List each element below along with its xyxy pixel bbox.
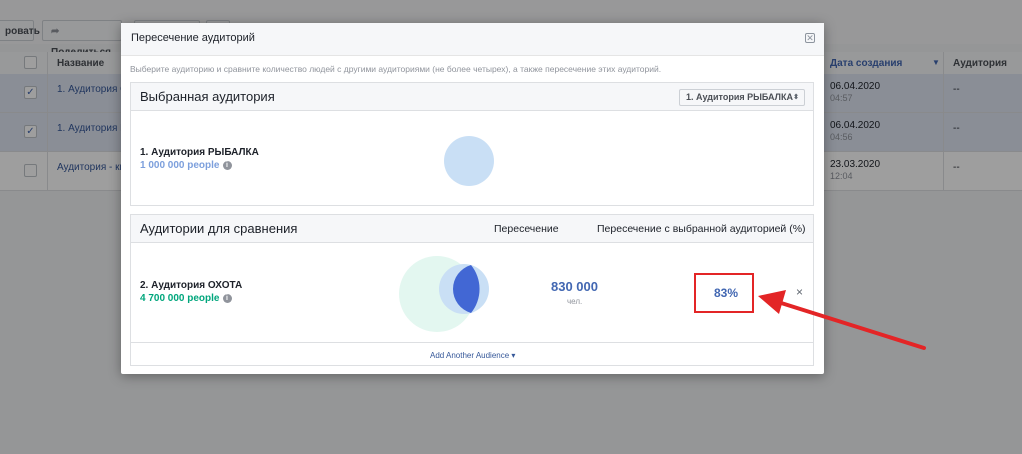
annotation-arrow <box>758 290 926 350</box>
